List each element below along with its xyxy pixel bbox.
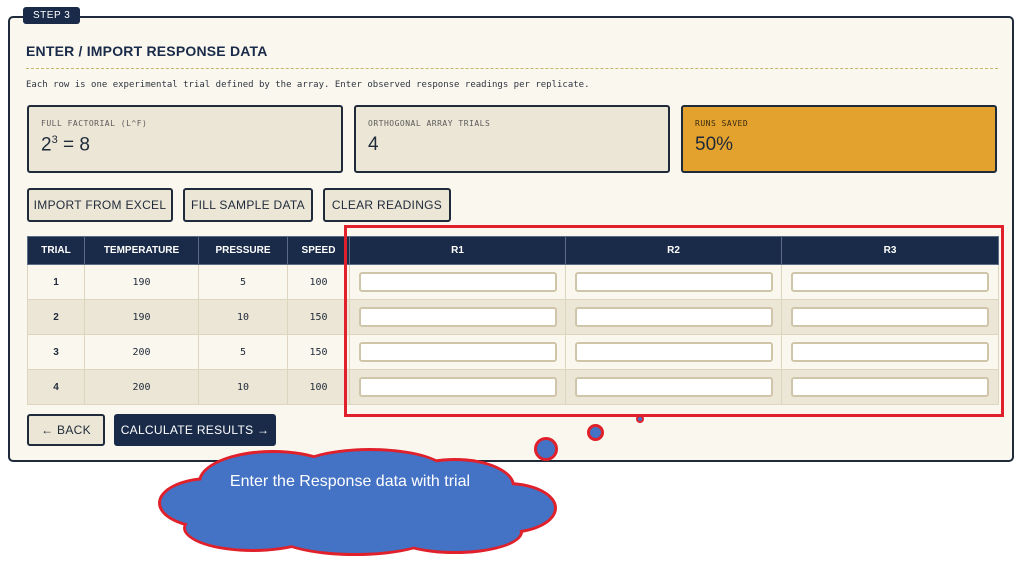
r2-cell [565, 334, 782, 370]
title-divider [26, 68, 998, 69]
r2-input[interactable] [574, 272, 773, 292]
full-factorial-card: FULL FACTORIAL (L^F) 23 = 8 [27, 105, 343, 173]
r2-cell [565, 369, 782, 405]
orthogonal-trials-label: ORTHOGONAL ARRAY TRIALS [368, 119, 491, 128]
r3-cell [781, 369, 999, 405]
speed-cell: 100 [287, 369, 350, 405]
full-factorial-exponent: 3 [51, 134, 58, 146]
trial-cell: 3 [27, 334, 85, 370]
trial-cell: 2 [27, 299, 85, 335]
full-factorial-base: 2 [41, 134, 52, 156]
calculate-results-button[interactable]: CALCULATE RESULTS → [114, 414, 276, 446]
r3-cell [781, 264, 999, 300]
page-description: Each row is one experimental trial defin… [26, 80, 590, 90]
r1-cell [349, 264, 566, 300]
r1-input[interactable] [358, 342, 557, 362]
r1-input[interactable] [358, 377, 557, 397]
pressure-cell: 5 [198, 334, 288, 370]
r2-input[interactable] [574, 377, 773, 397]
table-row: 4 200 10 100 [27, 369, 999, 405]
table-row: 1 190 5 100 [27, 264, 999, 300]
r2-cell [565, 264, 782, 300]
page-title: ENTER / IMPORT RESPONSE DATA [26, 43, 268, 59]
r1-cell [349, 369, 566, 405]
response-table: TRIAL TEMPERATURE PRESSURE SPEED R1 R2 R… [27, 236, 999, 405]
pressure-cell: 10 [198, 369, 288, 405]
full-factorial-label: FULL FACTORIAL (L^F) [41, 119, 148, 128]
full-factorial-value: 23 = 8 [41, 134, 329, 156]
column-header-temperature: TEMPERATURE [84, 236, 199, 265]
column-header-r1: R1 [349, 236, 566, 265]
runs-saved-card: RUNS SAVED 50% [681, 105, 997, 173]
table-row: 2 190 10 150 [27, 299, 999, 335]
back-button[interactable]: ← BACK [27, 414, 105, 446]
speed-cell: 100 [287, 264, 350, 300]
callout-dot-small [636, 415, 644, 423]
clear-readings-button[interactable]: CLEAR READINGS [323, 188, 451, 222]
pressure-cell: 10 [198, 299, 288, 335]
runs-saved-value: 50% [695, 134, 734, 155]
table-row: 3 200 5 150 [27, 334, 999, 370]
r3-input[interactable] [791, 377, 989, 397]
speed-cell: 150 [287, 299, 350, 335]
r1-input[interactable] [358, 307, 557, 327]
r3-cell [781, 299, 999, 335]
trial-cell: 1 [27, 264, 85, 300]
column-header-trial: TRIAL [27, 236, 85, 265]
pressure-cell: 5 [198, 264, 288, 300]
trial-cell: 4 [27, 369, 85, 405]
full-factorial-result: = 8 [62, 134, 90, 156]
r1-input[interactable] [358, 272, 557, 292]
step-badge: STEP 3 [23, 7, 81, 24]
r3-input[interactable] [791, 342, 989, 362]
column-header-pressure: PRESSURE [198, 236, 288, 265]
r3-input[interactable] [791, 272, 989, 292]
r3-input[interactable] [791, 307, 989, 327]
r3-cell [781, 334, 999, 370]
r2-input[interactable] [574, 307, 773, 327]
temperature-cell: 200 [84, 334, 199, 370]
column-header-r2: R2 [565, 236, 782, 265]
speed-cell: 150 [287, 334, 350, 370]
fill-sample-button[interactable]: FILL SAMPLE DATA [183, 188, 313, 222]
r1-cell [349, 299, 566, 335]
temperature-cell: 190 [84, 299, 199, 335]
r2-cell [565, 299, 782, 335]
orthogonal-trials-card: ORTHOGONAL ARRAY TRIALS 4 [354, 105, 670, 173]
orthogonal-trials-value: 4 [368, 134, 379, 155]
runs-saved-label: RUNS SAVED [695, 119, 749, 128]
column-header-speed: SPEED [287, 236, 350, 265]
table-header-row: TRIAL TEMPERATURE PRESSURE SPEED R1 R2 R… [27, 236, 999, 265]
temperature-cell: 200 [84, 369, 199, 405]
callout-dot-medium [587, 424, 604, 441]
callout-cloud [158, 448, 557, 556]
temperature-cell: 190 [84, 264, 199, 300]
column-header-r3: R3 [781, 236, 999, 265]
import-excel-button[interactable]: IMPORT FROM EXCEL [27, 188, 173, 222]
r1-cell [349, 334, 566, 370]
callout-text: Enter the Response data with trial [229, 473, 471, 490]
r2-input[interactable] [574, 342, 773, 362]
